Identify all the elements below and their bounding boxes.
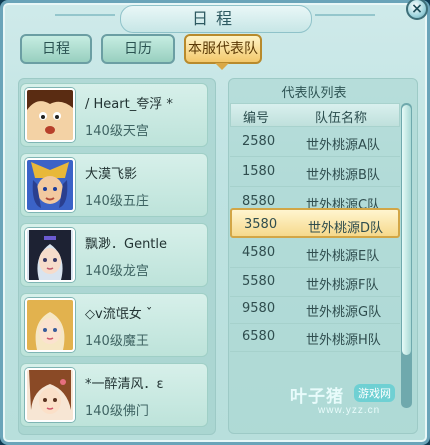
watermark-brand: 叶子猪 <box>290 387 344 406</box>
boy-avatar <box>25 88 75 142</box>
warrior-avatar <box>25 158 75 212</box>
team-row[interactable]: 5580 世外桃源F队 <box>230 267 400 297</box>
title-ornament-right <box>315 14 375 16</box>
team-code: 9580 <box>242 301 276 316</box>
title-ornament-left <box>55 14 115 16</box>
team-list-scrollbar[interactable] <box>401 103 412 408</box>
tab-calendar[interactable]: 日历 <box>101 34 175 64</box>
team-code: 8580 <box>242 194 276 209</box>
team-row[interactable]: 9580 世外桃源G队 <box>230 294 400 324</box>
team-name: 世外桃源H队 <box>306 333 381 348</box>
tab-server-team[interactable]: 本服代表队 <box>184 34 262 64</box>
team-name: 世外桃源F队 <box>306 278 379 293</box>
watermark: 叶子猪 游戏网 www.yzz.cn <box>290 382 420 422</box>
header-team-name: 队伍名称 <box>315 111 368 126</box>
team-name: 世外桃源E队 <box>306 249 380 264</box>
team-name: 世外桃源B队 <box>306 168 380 183</box>
girl-avatar <box>25 368 75 422</box>
team-row[interactable]: 2580 世外桃源A队 <box>230 127 400 157</box>
member-card[interactable]: ◇v流氓女 ˇ 140级魔王 <box>20 293 208 357</box>
team-name: 世外桃源A队 <box>306 138 380 153</box>
header-code: 编号 <box>243 111 270 126</box>
team-code: 1580 <box>242 164 276 179</box>
team-row[interactable]: 6580 世外桃源H队 <box>230 322 400 352</box>
team-code: 3580 <box>244 217 278 232</box>
team-code: 6580 <box>242 329 276 344</box>
team-list-title: 代表队列表 <box>281 86 347 101</box>
member-card[interactable]: *一醉清风．ε 140级佛门 <box>20 363 208 427</box>
member-card[interactable]: / Heart_夸浮 * 140级天宫 <box>20 83 208 147</box>
team-row[interactable]: 4580 世外桃源E队 <box>230 238 400 268</box>
scrollbar-thumb[interactable] <box>402 105 411 355</box>
team-table-header: 编号 队伍名称 <box>230 103 400 127</box>
member-name: / Heart_夸浮 * <box>85 97 173 112</box>
blonde-avatar <box>25 298 75 352</box>
member-name: ◇v流氓女 ˇ <box>85 307 153 322</box>
member-level: 140级五庄 <box>85 194 149 209</box>
member-level: 140级佛门 <box>85 404 149 419</box>
member-card[interactable]: 飘渺．Gentle 140级龙宫 <box>20 223 208 287</box>
member-card[interactable]: 大漠飞影 140级五庄 <box>20 153 208 217</box>
team-name: 世外桃源D队 <box>308 221 384 236</box>
team-row-selected[interactable]: 3580 世外桃源D队 <box>230 208 400 238</box>
member-level: 140级魔王 <box>85 334 149 349</box>
team-code: 5580 <box>242 274 276 289</box>
maiden-avatar <box>25 228 75 282</box>
member-level: 140级天宫 <box>85 124 149 139</box>
team-row[interactable]: 1580 世外桃源B队 <box>230 157 400 187</box>
member-name: *一醉清风．ε <box>85 377 164 392</box>
member-level: 140级龙宫 <box>85 264 149 279</box>
watermark-url: www.yzz.cn <box>318 405 381 416</box>
team-code: 2580 <box>242 134 276 149</box>
tab-schedule[interactable]: 日程 <box>20 34 92 64</box>
member-name: 大漠飞影 <box>85 167 138 182</box>
watermark-badge: 游戏网 <box>354 384 395 402</box>
window-title: 日程 <box>120 5 312 33</box>
active-tab-pointer <box>215 63 229 70</box>
team-name: 世外桃源G队 <box>306 305 382 320</box>
team-code: 4580 <box>242 245 276 260</box>
member-name: 飘渺．Gentle <box>85 237 168 252</box>
